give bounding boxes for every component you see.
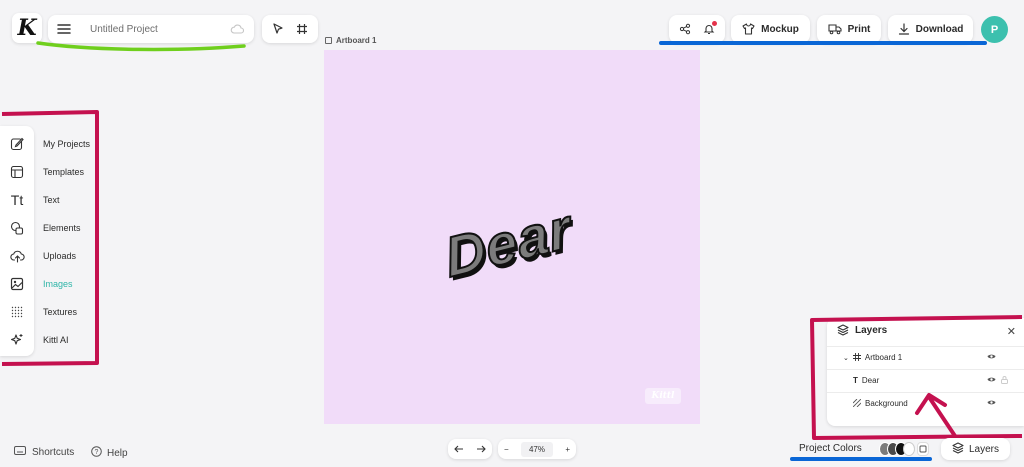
blue-underline-annotation-bottom <box>790 457 932 461</box>
svg-text:?: ? <box>95 449 99 456</box>
undo-icon[interactable] <box>454 440 464 458</box>
layers-icon <box>952 441 964 457</box>
color-swatch[interactable] <box>903 442 915 456</box>
kittl-watermark: Kittl <box>645 388 681 404</box>
artboard-canvas[interactable]: Dear Kittl <box>324 50 700 424</box>
zoom-value[interactable]: 47% <box>520 441 553 457</box>
undo-redo-group <box>448 439 492 459</box>
layers-toggle-button[interactable]: Layers <box>941 438 1010 460</box>
frame-tool-icon[interactable] <box>291 18 313 40</box>
artboard-label[interactable]: Artboard 1 <box>325 36 376 45</box>
shortcuts-link[interactable]: Shortcuts <box>14 446 74 458</box>
help-icon: ? <box>91 446 102 460</box>
print-label: Print <box>847 23 871 35</box>
blue-underline-annotation-top <box>659 41 987 45</box>
share-icon[interactable] <box>674 18 696 40</box>
select-tool-icon[interactable] <box>267 18 289 40</box>
project-title[interactable]: Untitled Project <box>90 24 230 35</box>
mockup-label: Mockup <box>761 23 799 35</box>
zoom-in-icon[interactable]: + <box>565 445 570 454</box>
download-label: Download <box>915 23 964 35</box>
dear-text-element[interactable]: Dear <box>439 195 577 290</box>
download-icon <box>898 23 910 35</box>
cloud-saved-icon <box>230 23 244 35</box>
redo-icon[interactable] <box>476 440 486 458</box>
pink-box-annotation-sidebar <box>1 110 99 366</box>
palette-icon[interactable] <box>917 442 929 456</box>
notification-bell-icon[interactable] <box>698 18 720 40</box>
truck-icon <box>828 23 842 35</box>
artboard-icon <box>325 37 332 44</box>
zoom-control: − 47% + <box>498 439 576 459</box>
project-colors-label[interactable]: Project Colors <box>799 443 862 454</box>
tool-group <box>262 15 318 43</box>
help-link[interactable]: ? Help <box>91 446 128 460</box>
notification-dot <box>712 21 717 26</box>
keyboard-icon <box>14 446 26 458</box>
green-underline-annotation <box>36 41 246 52</box>
tshirt-icon <box>742 23 755 35</box>
zoom-out-icon[interactable]: − <box>504 445 509 454</box>
